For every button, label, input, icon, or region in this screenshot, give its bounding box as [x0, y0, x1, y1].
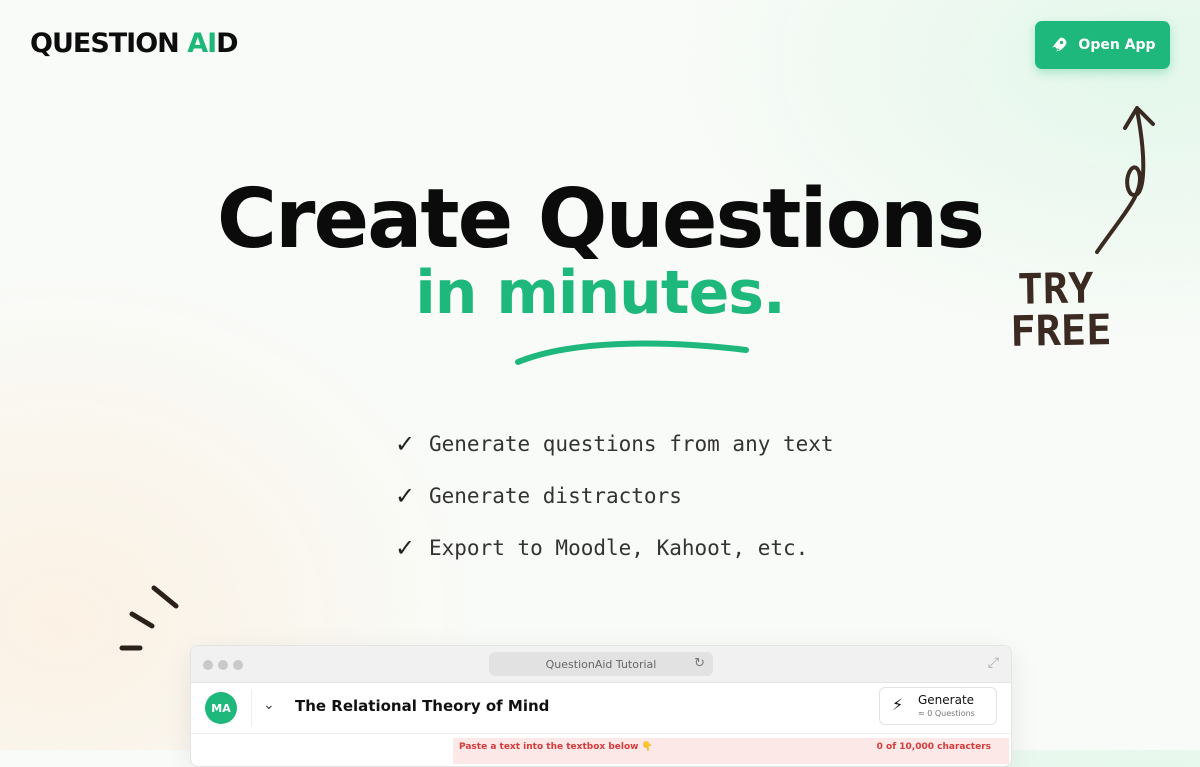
logo-text: QUESTION: [30, 28, 188, 59]
hero-subtitle: in minutes.: [415, 258, 786, 328]
feature-item: ✓ Generate distractors: [395, 470, 834, 522]
open-app-label: Open App: [1078, 37, 1156, 53]
paste-hint: Paste a text into the textbox below 👇: [459, 742, 653, 752]
reload-icon[interactable]: ↻: [694, 656, 705, 671]
feature-list: ✓ Generate questions from any text ✓ Gener…: [395, 418, 834, 574]
url-title: QuestionAid Tutorial: [545, 657, 657, 671]
generate-count: ≈ 0 Questions: [918, 709, 975, 718]
checkmark-icon: ✓: [395, 430, 416, 458]
lightning-icon: ⚡: [892, 695, 904, 714]
feature-item: ✓ Export to Moodle, Kahoot, etc.: [395, 522, 834, 574]
browser-titlebar: QuestionAid Tutorial ↻ ⤢: [191, 646, 1011, 683]
logo-accent: AI: [187, 28, 217, 59]
generate-label: Generate: [918, 693, 975, 707]
window-dot-icon: [218, 660, 228, 670]
feature-item: ✓ Generate questions from any text: [395, 418, 834, 470]
checkmark-icon: ✓: [395, 534, 416, 562]
url-bar[interactable]: QuestionAid Tutorial ↻: [489, 652, 713, 676]
text-hint-bar: Paste a text into the textbox below 👇 0 …: [453, 738, 1009, 764]
app-header: MA ⌄ The Relational Theory of Mind ⚡ Gen…: [191, 683, 1011, 734]
underline-squiggle-icon: [515, 340, 749, 365]
checkmark-icon: ✓: [395, 482, 416, 510]
hero-title: Create Questions: [216, 172, 985, 267]
window-dot-icon: [203, 660, 213, 670]
window-dot-icon: [233, 660, 243, 670]
logo-tail: D: [216, 28, 238, 59]
feature-text: Generate distractors: [429, 484, 682, 508]
text-input-row: Paste a text into the textbox below 👇 0 …: [191, 734, 1011, 764]
feature-text: Export to Moodle, Kahoot, etc.: [429, 536, 809, 560]
feature-text: Generate questions from any text: [429, 432, 834, 456]
app-preview-window: QuestionAid Tutorial ↻ ⤢ MA ⌄ The Relati…: [190, 645, 1012, 767]
generate-button[interactable]: ⚡ Generate ≈ 0 Questions: [879, 687, 997, 725]
sparkle-lines-icon: [119, 585, 179, 651]
expand-icon[interactable]: ⤢: [988, 655, 999, 671]
rocket-icon: [1052, 37, 1067, 52]
character-count: 0 of 10,000 characters: [876, 742, 991, 752]
open-app-button[interactable]: Open App: [1035, 21, 1170, 69]
logo[interactable]: QUESTION AID: [30, 28, 239, 59]
document-title: The Relational Theory of Mind: [295, 697, 550, 715]
avatar[interactable]: MA: [205, 692, 237, 724]
chevron-down-icon[interactable]: ⌄: [263, 697, 275, 713]
divider: [251, 689, 252, 727]
